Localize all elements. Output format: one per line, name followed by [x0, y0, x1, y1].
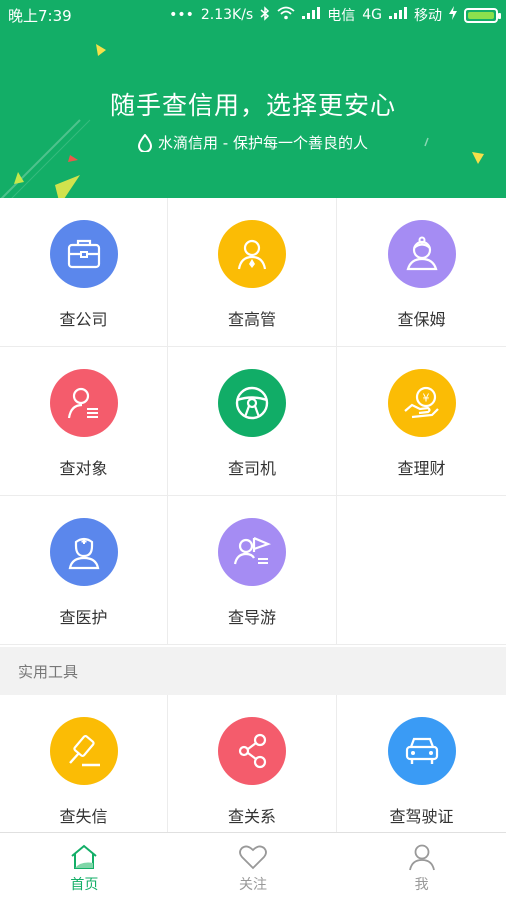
category-tour-guide[interactable]: 查导游 [168, 496, 337, 645]
category-driver[interactable]: 查司机 [168, 347, 337, 496]
nav-label: 我 [414, 877, 429, 893]
user-icon [408, 844, 435, 871]
nav-me[interactable]: 我 [337, 833, 506, 900]
category-label: 查保姆 [397, 310, 446, 329]
tool-label: 查关系 [227, 807, 276, 826]
nav-label: 关注 [239, 877, 267, 893]
hero-banner: 随手查信用，选择更安心 水滴信用 - 保护每一个善良的人 [0, 30, 506, 198]
signal-icon-2 [389, 7, 407, 23]
bottom-nav: 首页 关注 我 [0, 832, 506, 900]
signal-icon [302, 7, 321, 23]
finance-icon: ¥ [387, 369, 456, 437]
category-partner[interactable]: 查对象 [0, 347, 168, 496]
category-label: 查导游 [227, 608, 276, 627]
tool-label: 查失信 [59, 807, 108, 826]
category-label: 查对象 [59, 459, 108, 478]
car-icon [387, 717, 456, 785]
nav-follow[interactable]: 关注 [169, 833, 338, 900]
carrier-1: 电信 [327, 8, 356, 24]
status-time: 晚上7:39 [8, 6, 72, 25]
nav-home[interactable]: 首页 [0, 833, 169, 900]
tool-label: 查驾驶证 [389, 807, 454, 826]
category-finance[interactable]: ¥ 查理财 [337, 347, 506, 496]
banner-subtitle: 水滴信用 - 保护每一个善良的人 [158, 134, 368, 152]
tool-driver-license[interactable]: 查驾驶证 [337, 695, 506, 832]
grid-empty-cell [337, 496, 506, 645]
category-grid: 查公司 查高管 查保姆 查对象 查司机 ¥ 查理财 查医护 查导游 [0, 198, 506, 645]
wifi-icon [277, 6, 295, 24]
tools-section-title: 实用工具 [0, 647, 506, 695]
bluetooth-icon [260, 5, 270, 25]
banner-title: 随手查信用，选择更安心 [109, 91, 396, 120]
network-speed: 2.13K/s [200, 7, 254, 23]
status-bar: 晚上7:39 ••• 2.13K/s 电信 4G 移动 [0, 0, 506, 30]
category-label: 查高管 [227, 310, 276, 329]
partner-icon [49, 369, 118, 437]
svg-text:¥: ¥ [422, 392, 429, 405]
briefcase-icon [49, 220, 118, 288]
heart-icon [239, 845, 267, 870]
charging-icon [449, 6, 457, 24]
category-executive[interactable]: 查高管 [168, 198, 337, 347]
category-label: 查公司 [59, 310, 108, 329]
notification-dots: ••• [169, 7, 194, 23]
category-nurse[interactable]: 查医护 [0, 496, 168, 645]
battery-icon [464, 7, 501, 23]
category-label: 查医护 [59, 608, 108, 627]
decoration-triangle-icon [96, 44, 106, 56]
tool-dishonesty[interactable]: 查失信 [0, 695, 168, 832]
nanny-icon [387, 220, 456, 288]
carrier-2: 移动 [414, 8, 442, 24]
category-company[interactable]: 查公司 [0, 198, 168, 347]
nurse-icon [49, 518, 118, 586]
tools-grid: 查失信 查关系 查驾驶证 [0, 695, 506, 832]
category-label: 查司机 [227, 459, 276, 478]
tour-guide-icon [218, 518, 286, 586]
gavel-icon [49, 717, 118, 785]
banner-subtitle-row: 水滴信用 - 保护每一个善良的人 [0, 132, 506, 153]
nav-label: 首页 [70, 877, 99, 893]
status-right: ••• 2.13K/s 电信 4G 移动 [169, 5, 501, 25]
network-type: 4G [362, 7, 382, 23]
category-nanny[interactable]: 查保姆 [337, 198, 506, 347]
tool-relationship[interactable]: 查关系 [168, 695, 337, 832]
share-icon [218, 717, 286, 785]
category-label: 查理财 [397, 459, 446, 478]
steering-wheel-icon [218, 369, 286, 437]
executive-icon [218, 220, 286, 288]
water-drop-icon [138, 133, 153, 152]
home-icon [71, 844, 97, 869]
